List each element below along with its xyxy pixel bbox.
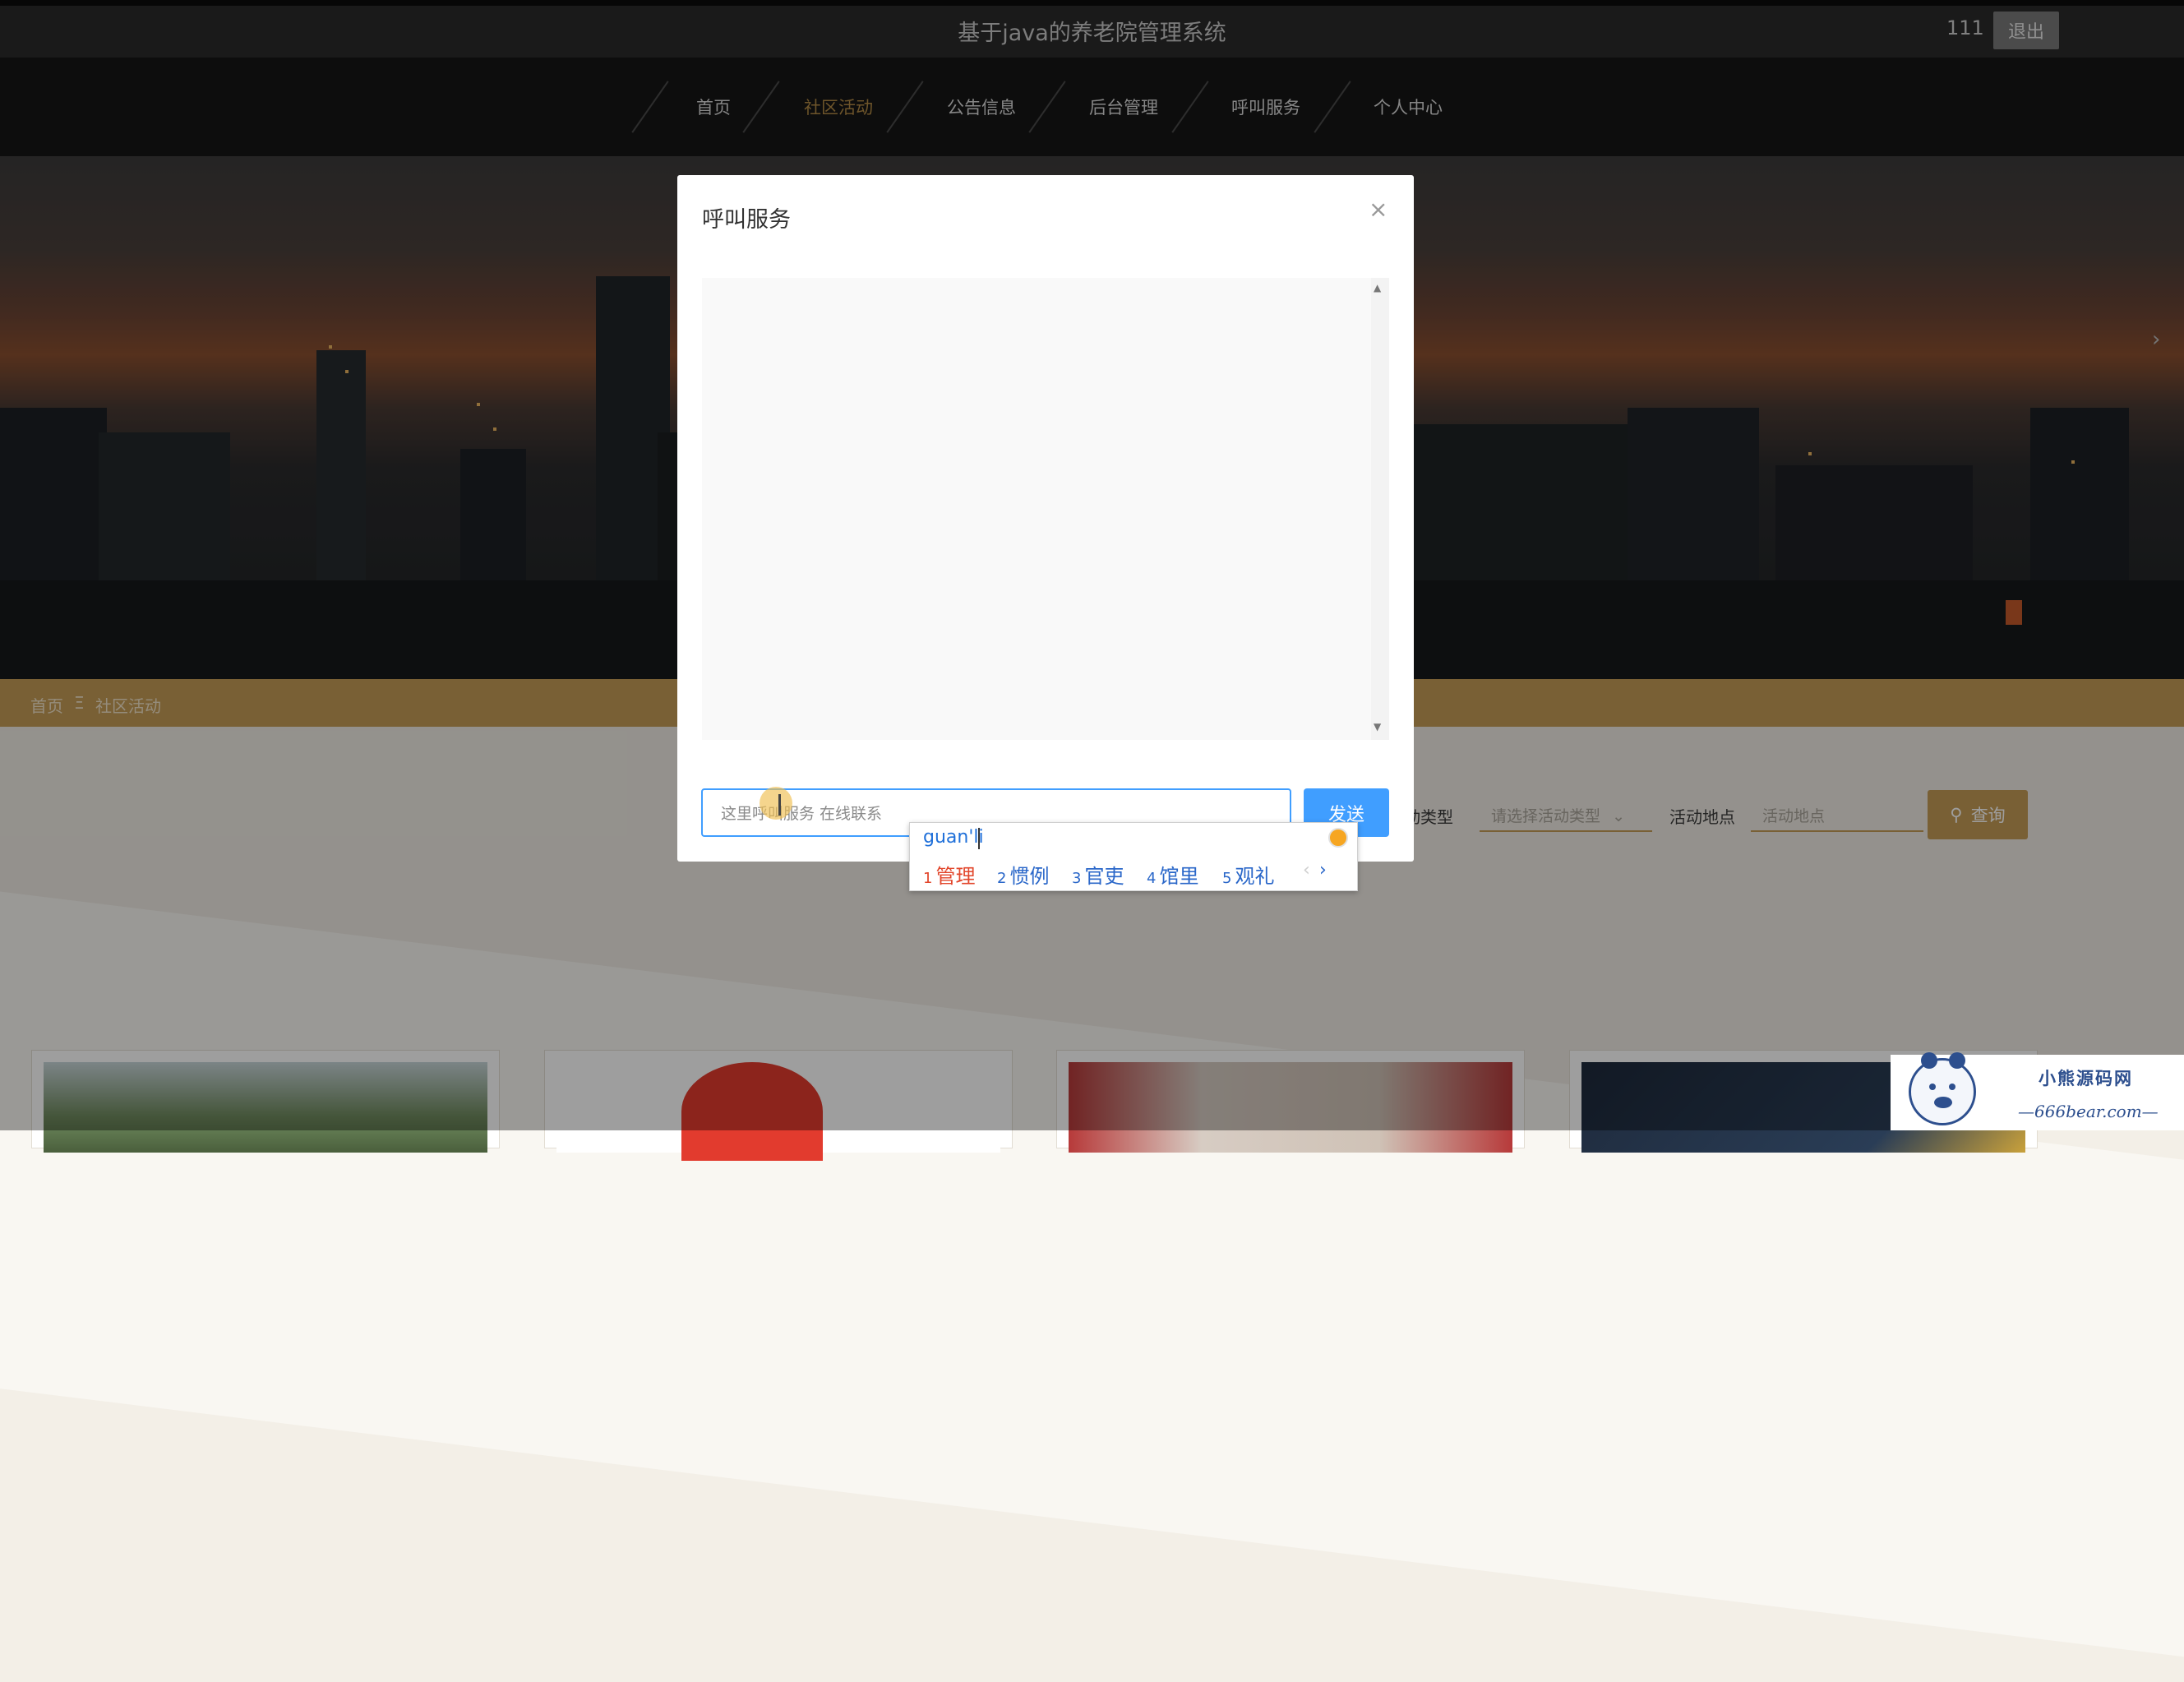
ime-caret — [978, 828, 980, 849]
ime-candidate-number: 2 — [997, 870, 1007, 887]
text-cursor-icon — [778, 794, 781, 816]
mouse-cursor-highlight — [760, 787, 792, 820]
ime-candidate-text: 馆里 — [1159, 865, 1199, 888]
ime-candidate-number: 5 — [1222, 870, 1232, 887]
ime-candidate-text: 管理 — [935, 865, 976, 888]
ime-next-page-icon[interactable]: › — [1319, 860, 1327, 880]
ime-prev-page-icon[interactable]: ‹ — [1303, 860, 1310, 880]
dialog-title: 呼叫服务 — [702, 207, 791, 233]
chat-scrollbar[interactable] — [1371, 278, 1389, 740]
ime-candidate-text: 官吏 — [1084, 865, 1124, 888]
ime-candidate[interactable]: 4 馆里 — [1147, 860, 1198, 889]
close-icon[interactable]: × — [1369, 196, 1388, 223]
ime-candidate[interactable]: 1 管理 — [923, 860, 975, 889]
watermark-title: 小熊源码网 — [2039, 1068, 2133, 1088]
ime-candidate-text: 惯例 — [1009, 865, 1050, 888]
ime-logo-icon[interactable] — [1328, 828, 1348, 848]
ime-candidate[interactable]: 5 观礼 — [1222, 860, 1274, 889]
watermark-url: —666bear.com— — [2018, 1102, 2159, 1121]
bear-logo-icon — [1909, 1052, 1976, 1125]
ime-candidate-text: 观礼 — [1235, 865, 1275, 888]
ime-candidate[interactable]: 3 官吏 — [1072, 860, 1124, 889]
scroll-down-arrow-icon[interactable]: ▼ — [1374, 721, 1381, 732]
ime-candidate-number: 4 — [1147, 870, 1157, 887]
ime-candidate[interactable]: 2 惯例 — [997, 860, 1049, 889]
scroll-up-arrow-icon[interactable]: ▲ — [1374, 282, 1381, 293]
chat-message-area — [702, 278, 1389, 740]
ime-candidate-number: 1 — [923, 870, 933, 887]
ime-pinyin-composition: guan'li — [923, 827, 984, 848]
ime-candidate-number: 3 — [1072, 870, 1082, 887]
